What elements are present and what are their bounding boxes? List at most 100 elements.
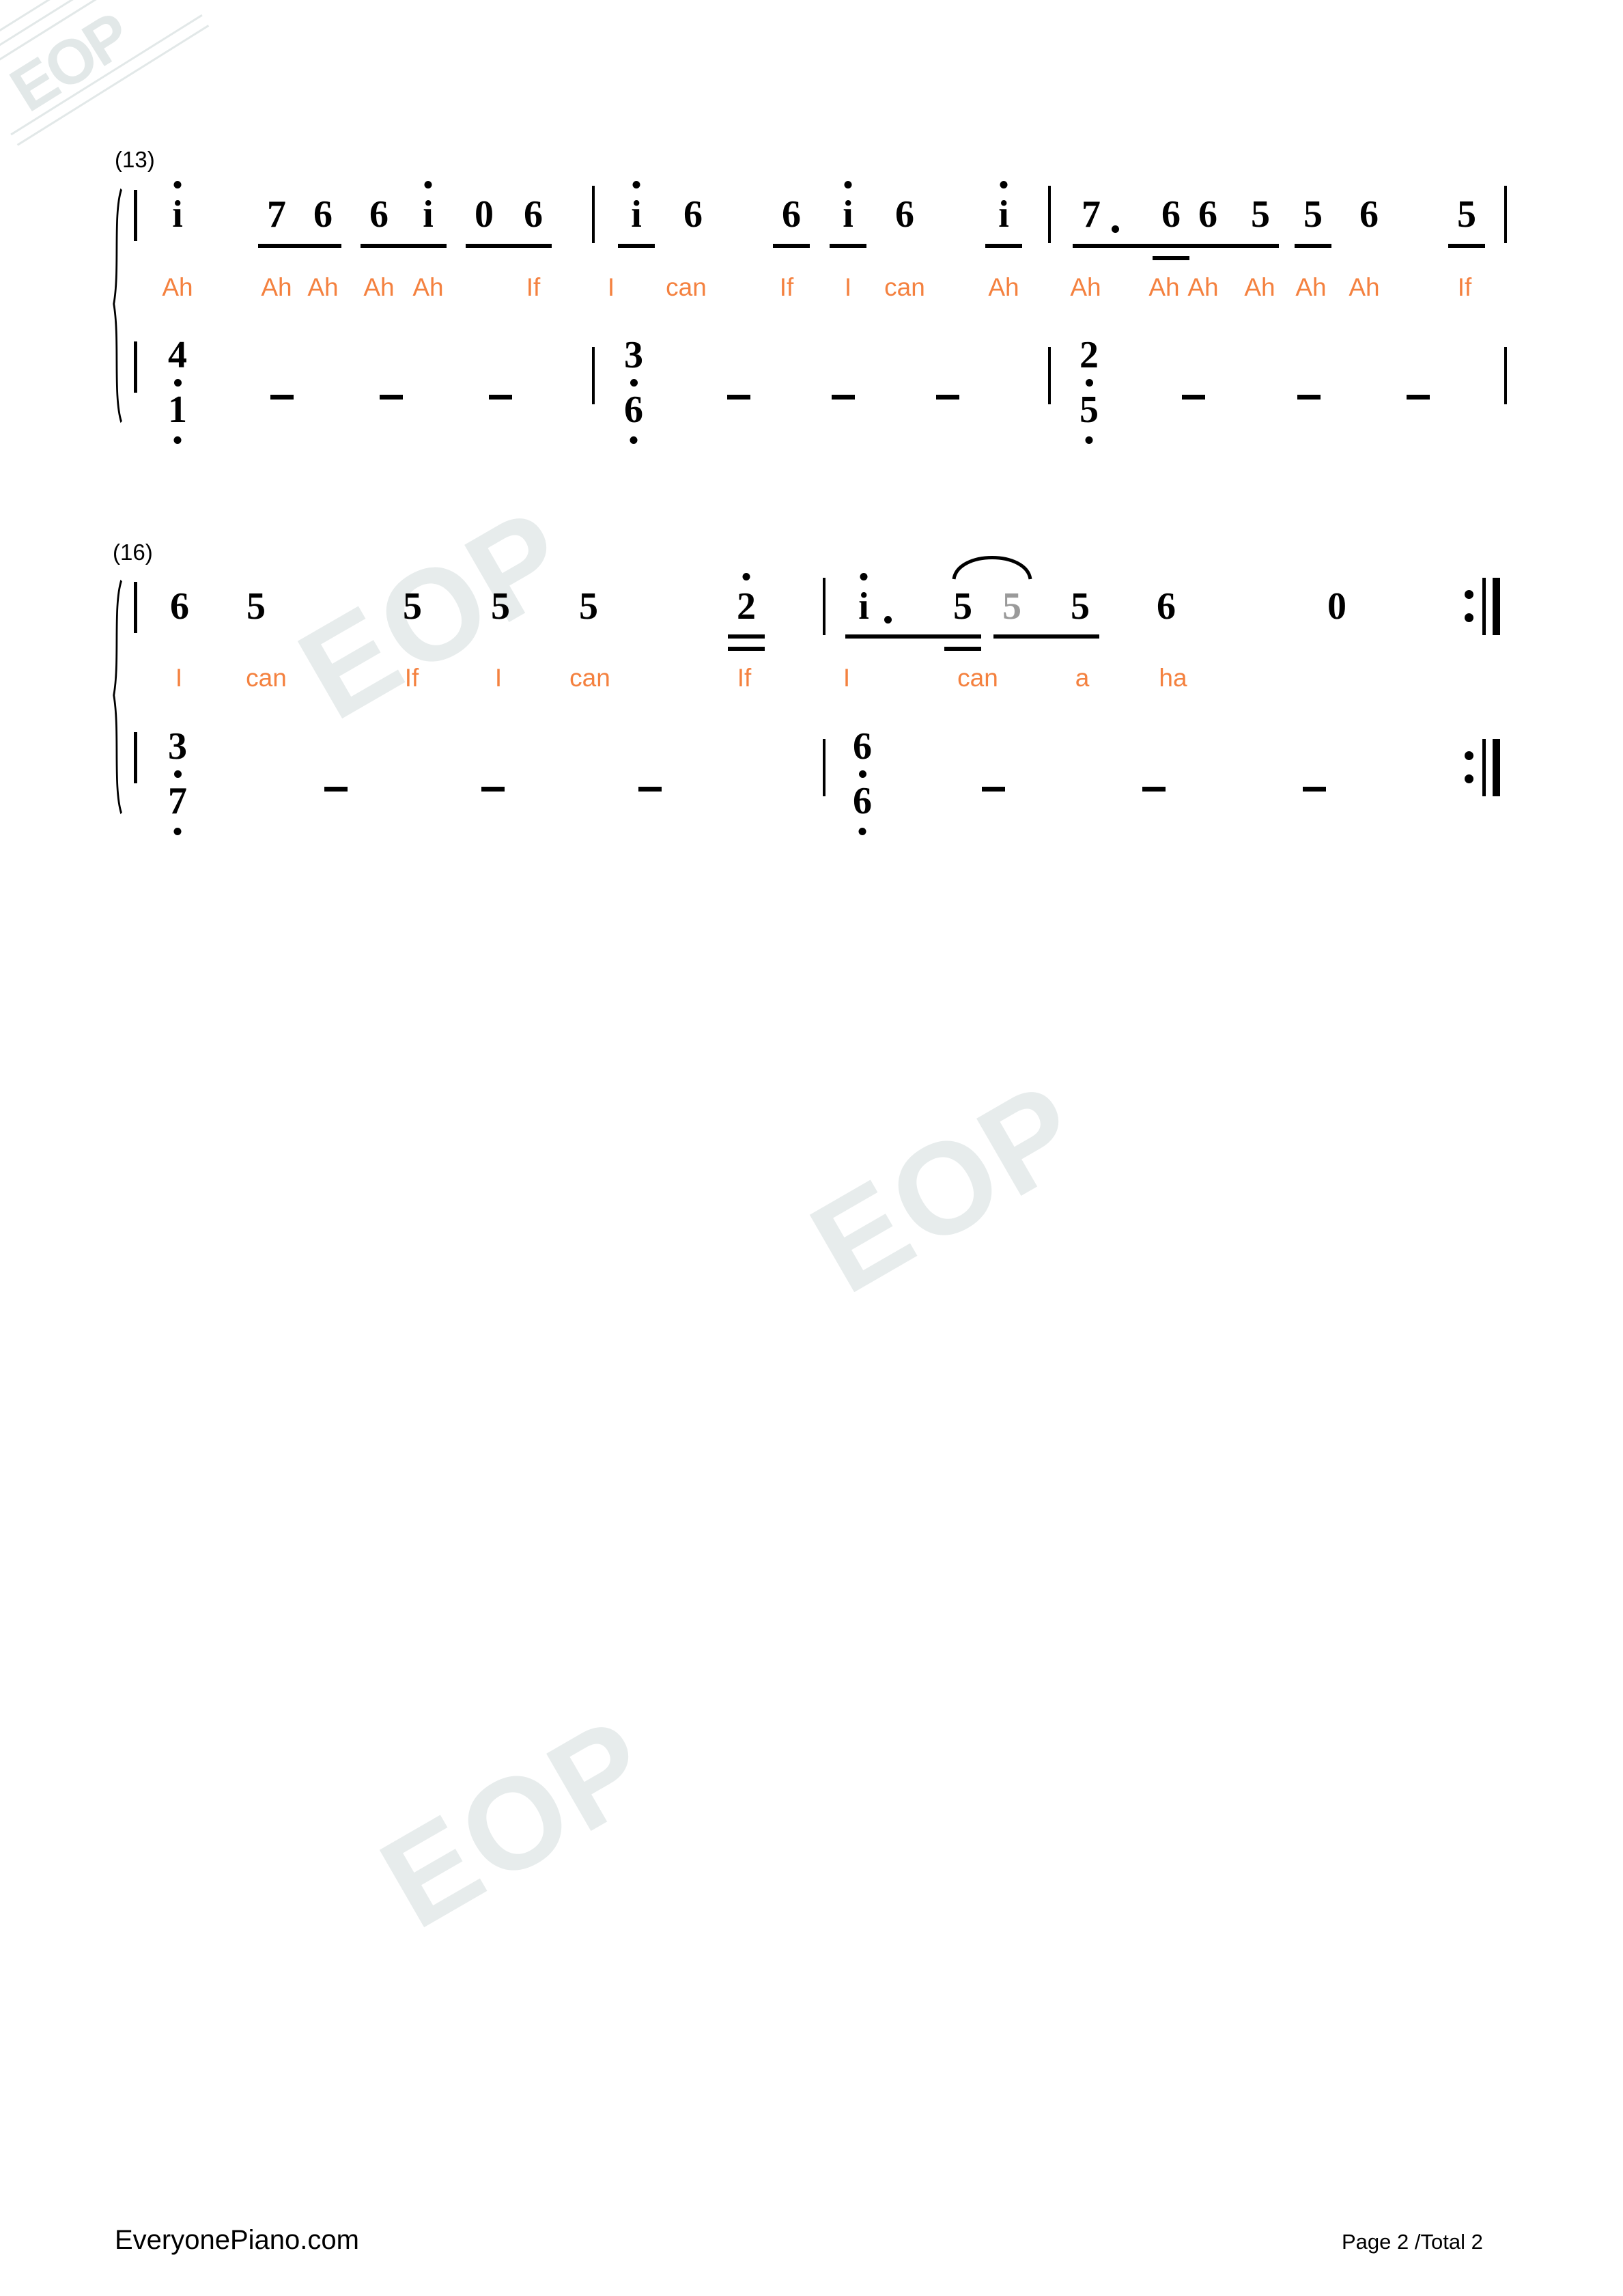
melody-note: 2 (733, 573, 760, 626)
octave-dot-down-icon (630, 436, 638, 444)
beam-secondary (728, 647, 765, 651)
bass-chord: 3 7 (162, 725, 193, 835)
melody-note: i (990, 181, 1017, 234)
beam (361, 244, 447, 248)
barline-open-2b (134, 732, 137, 783)
beam (773, 244, 810, 248)
augmentation-dot-icon (884, 616, 892, 624)
lyric-syllable: Ah (307, 273, 339, 301)
melody-note: i (623, 181, 650, 234)
melody-note: 6 (683, 193, 703, 236)
bass-chord-bottom: 7 (162, 782, 193, 835)
barline (823, 739, 825, 796)
repeat-thick-line (1493, 739, 1500, 796)
lyric-syllable: Ah (1295, 273, 1327, 301)
lyric-syllable: can (246, 664, 287, 692)
melody-note: 5 (491, 585, 510, 628)
beam (845, 634, 981, 639)
melody-note: 0 (475, 193, 494, 236)
beam (1295, 244, 1331, 248)
beam (1448, 244, 1485, 248)
melody-note: 6 (170, 585, 189, 628)
watermark-eop-1: EOP (276, 481, 593, 747)
lyric-syllable: Ah (1349, 273, 1380, 301)
melody-note: 5 (1071, 585, 1090, 628)
beam (466, 244, 552, 248)
lyric-syllable: can (884, 273, 925, 301)
octave-dot-icon (173, 379, 182, 387)
lyric-syllable: can (569, 664, 610, 692)
melody-note: 5 (1303, 193, 1323, 236)
bass-chord: 6 6 (847, 727, 878, 835)
lyric-syllable: Ah (261, 273, 292, 301)
sustain-dash (727, 395, 750, 400)
sustain-dash (1142, 787, 1166, 792)
melody-note: 5 (246, 585, 266, 628)
bass-chord-bottom: 1 (162, 391, 193, 444)
beam-secondary (944, 647, 981, 651)
beam (1073, 244, 1190, 248)
melody-note: 5 (1457, 193, 1476, 236)
sustain-dash (936, 395, 959, 400)
melody-note: 6 (895, 193, 914, 236)
footer-site-link[interactable]: EveryonePiano.com (115, 2225, 359, 2256)
beam (1189, 244, 1279, 248)
lyric-syllable: I (844, 273, 852, 301)
bass-chord: 4 1 (162, 336, 193, 444)
lyric-syllable: I (494, 664, 503, 692)
footer-page-number: Page 2 /Total 2 (1342, 2230, 1483, 2254)
bass-chord-top: 2 (1079, 334, 1099, 376)
bass-chord-bottom: 6 (847, 782, 878, 835)
octave-dot-icon (173, 770, 182, 778)
octave-dot-down-icon (1085, 436, 1093, 444)
barline (592, 186, 595, 243)
bass-chord-top: 3 (624, 334, 643, 376)
melody-note: 6 (782, 193, 801, 236)
barline (1048, 347, 1051, 404)
melody-note: 6 (1359, 193, 1379, 236)
melody-note: 5 (403, 585, 422, 628)
melody-note: 6 (369, 193, 389, 236)
lyric-syllable: Ah (363, 273, 395, 301)
lyric-syllable: ha (1159, 664, 1187, 692)
melody-note: 5 (579, 585, 598, 628)
lyric-syllable: Ah (1070, 273, 1101, 301)
melody-note: i (834, 181, 862, 234)
barline (823, 578, 825, 635)
bass-chord-top: 3 (168, 725, 187, 768)
melody-note: i (850, 573, 877, 626)
sustain-dash (982, 787, 1005, 792)
melody-note: 6 (1198, 193, 1217, 236)
barline-end-1 (1504, 186, 1507, 243)
melody-note: 7 (1082, 193, 1101, 236)
repeat-thin-line (1482, 578, 1486, 635)
beam (830, 244, 866, 248)
eop-corner-logo: EOP (0, 0, 223, 167)
lyric-syllable: can (957, 664, 998, 692)
melody-note: i (414, 181, 442, 234)
octave-dot-up-icon (1000, 181, 1008, 188)
octave-dot-up-icon (424, 181, 432, 188)
lyric-syllable: Ah (412, 273, 444, 301)
octave-dot-down-icon (858, 828, 866, 835)
octave-dot-down-icon (173, 828, 182, 835)
lyric-syllable: I (175, 664, 183, 692)
sustain-dash (481, 787, 505, 792)
octave-dot-down-icon (173, 436, 182, 444)
octave-dot-up-icon (860, 573, 868, 580)
sustain-dash (638, 787, 662, 792)
beam (985, 244, 1022, 248)
bass-chord-bottom: 6 (618, 391, 649, 444)
melody-note: 6 (524, 193, 543, 236)
octave-dot-up-icon (173, 181, 182, 188)
melody-note: 6 (1161, 193, 1181, 236)
octave-dot-up-icon (632, 181, 640, 188)
sustain-dash (270, 395, 294, 400)
lyric-syllable: If (1457, 273, 1472, 301)
bass-chord-bottom: 5 (1073, 391, 1105, 444)
beam-secondary (1153, 256, 1189, 260)
watermark-eop-2: EOP (788, 1054, 1105, 1321)
lyric-syllable: Ah (1148, 273, 1180, 301)
beam (258, 244, 341, 248)
sustain-dash (1303, 787, 1326, 792)
